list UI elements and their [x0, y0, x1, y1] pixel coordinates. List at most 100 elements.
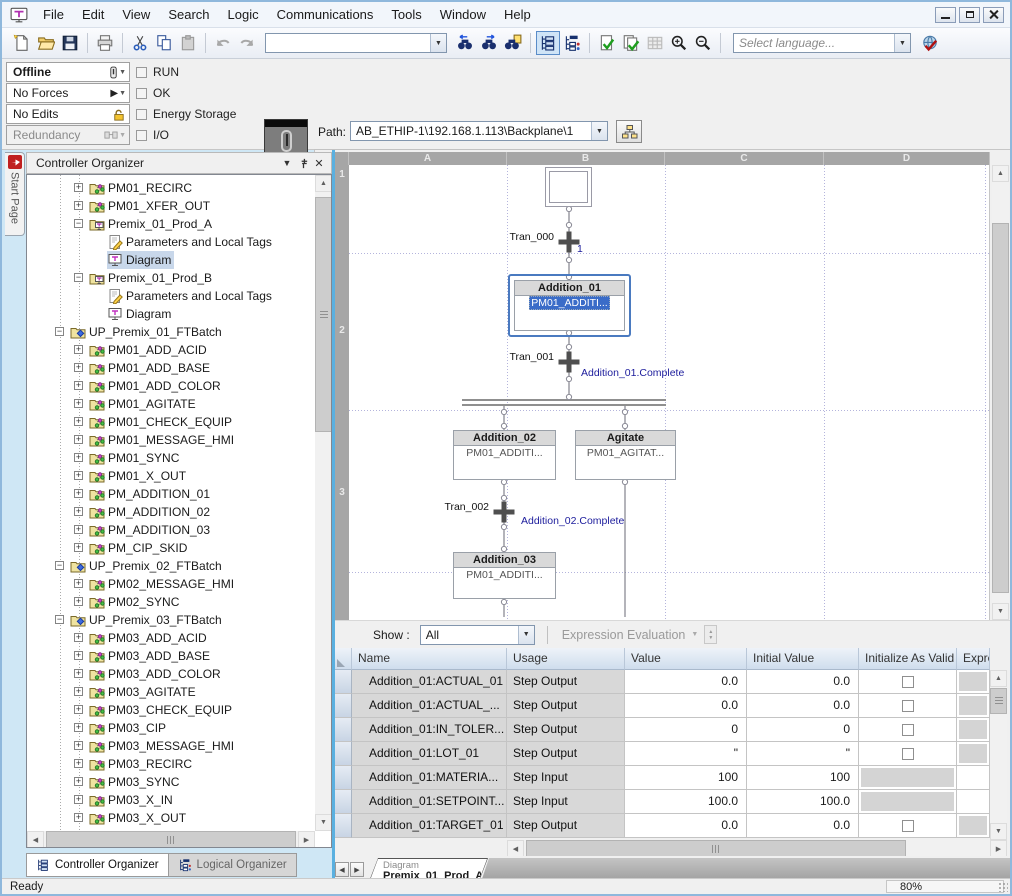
find-in-files-button[interactable] [501, 31, 525, 55]
close-button[interactable] [983, 7, 1004, 23]
restore-button[interactable] [959, 7, 980, 23]
cell-value[interactable]: 100 [625, 766, 747, 790]
expand-icon[interactable]: + [74, 471, 83, 480]
zoom-in-button[interactable] [667, 31, 691, 55]
scroll-up-icon[interactable]: ▲ [315, 175, 332, 192]
zoom-out-button[interactable] [691, 31, 715, 55]
initialize-valid-checkbox[interactable] [902, 676, 914, 688]
cell-value[interactable]: 0 [625, 718, 747, 742]
tree-vscroll-thumb[interactable] [315, 197, 332, 432]
expand-icon[interactable]: + [74, 543, 83, 552]
tree-item-pm02-message-hmi[interactable]: +PM02_MESSAGE_HMI [27, 575, 314, 593]
collapse-icon[interactable]: − [55, 615, 64, 624]
column-header-expre[interactable]: Expre [957, 648, 990, 670]
transition-condition[interactable]: Addition_01.Complete [581, 367, 684, 379]
cell-usage[interactable]: Step Input [507, 766, 625, 790]
tree-item-pm03-add-base[interactable]: +PM03_ADD_BASE [27, 647, 314, 665]
menu-view[interactable]: View [113, 3, 159, 26]
expand-icon[interactable]: + [74, 687, 83, 696]
language-combobox[interactable]: Select language...▼ [733, 33, 911, 53]
tree-item-pm01-sync[interactable]: +PM01_SYNC [27, 449, 314, 467]
open-button[interactable] [34, 31, 58, 55]
expand-icon[interactable]: + [74, 705, 83, 714]
row-selector[interactable] [335, 670, 352, 694]
print-button[interactable] [93, 31, 117, 55]
scroll-down-icon[interactable]: ▼ [315, 814, 332, 831]
row-selector[interactable] [335, 742, 352, 766]
row-selector[interactable] [335, 766, 352, 790]
cell-usage[interactable]: Step Output [507, 694, 625, 718]
show-filter-combobox[interactable]: All ▼ [420, 625, 535, 645]
table-vertical-scrollbar[interactable]: ▲ ▼ [990, 670, 1007, 840]
row-selector[interactable] [335, 694, 352, 718]
expand-icon[interactable]: + [74, 759, 83, 768]
tree-item-pm03-add-acid[interactable]: +PM03_ADD_ACID [27, 629, 314, 647]
tree-item-pm03-add-color[interactable]: +PM03_ADD_COLOR [27, 665, 314, 683]
tree-item-premix-01-prod-a[interactable]: −Premix_01_Prod_A [27, 215, 314, 233]
save-button[interactable] [58, 31, 82, 55]
tree-item-parameters-and-local-tags[interactable]: Parameters and Local Tags [27, 287, 314, 305]
tab-start-page[interactable]: Start Page [5, 152, 25, 236]
cell-name[interactable]: Addition_01:MATERIA... [352, 766, 507, 790]
cell-expression[interactable] [957, 742, 990, 766]
tree-hscroll-thumb[interactable] [46, 831, 296, 848]
organizer-close-icon[interactable]: ✕ [311, 155, 327, 171]
tree-item-pm02-sync[interactable]: +PM02_SYNC [27, 593, 314, 611]
initialize-valid-checkbox[interactable] [902, 700, 914, 712]
expand-icon[interactable]: + [74, 489, 83, 498]
sfc-step-addition-01[interactable]: Addition_01 PM01_ADDITI... [514, 280, 625, 331]
step-tag[interactable]: PM01_ADDITI... [454, 447, 555, 459]
scroll-left-icon[interactable]: ◀ [507, 840, 524, 857]
collapse-icon[interactable]: − [74, 219, 83, 228]
expand-icon[interactable]: + [74, 813, 83, 822]
column-header-initial-value[interactable]: Initial Value [747, 648, 859, 670]
menu-communications[interactable]: Communications [268, 3, 383, 26]
menu-window[interactable]: Window [431, 3, 495, 26]
tab-controller-organizer[interactable]: Controller Organizer [26, 853, 169, 877]
scroll-right-icon[interactable]: ▶ [298, 831, 315, 848]
expand-icon[interactable]: + [74, 381, 83, 390]
table-vscroll-thumb[interactable] [990, 688, 1007, 714]
scroll-right-icon[interactable]: ▶ [990, 840, 1007, 857]
sfc-step-addition-02[interactable]: Addition_02 PM01_ADDITI... [453, 430, 556, 480]
tree-item-pm01-check-equip[interactable]: +PM01_CHECK_EQUIP [27, 413, 314, 431]
cell-name[interactable]: Addition_01:SETPOINT... [352, 790, 507, 814]
expand-icon[interactable]: + [74, 435, 83, 444]
sfc-step-addition-03[interactable]: Addition_03 PM01_ADDITI... [453, 552, 556, 599]
tree-item-pm-addition-03[interactable]: +PM_ADDITION_03 [27, 521, 314, 539]
path-combobox[interactable]: AB_ETHIP-1\192.168.1.113\Backplane\1 ▼ [350, 121, 608, 141]
cell-expression[interactable] [957, 766, 990, 790]
cell-expression[interactable] [957, 670, 990, 694]
workspace-tab-scroll-right[interactable]: ▶ [350, 862, 364, 877]
scroll-up-icon[interactable]: ▲ [992, 165, 1009, 182]
tree-item-pm01-x-out[interactable]: +PM01_X_OUT [27, 467, 314, 485]
tree-item-pm03-check-equip[interactable]: +PM03_CHECK_EQUIP [27, 701, 314, 719]
workspace-tab-scroll-left[interactable]: ◀ [335, 862, 349, 877]
expand-icon[interactable]: + [74, 777, 83, 786]
tree-item-pm03-sync[interactable]: +PM03_SYNC [27, 773, 314, 791]
verify-routine-button[interactable] [595, 31, 619, 55]
scroll-down-icon[interactable]: ▼ [992, 603, 1009, 620]
tree-item-pm03-message-hmi[interactable]: +PM03_MESSAGE_HMI [27, 737, 314, 755]
cell-name[interactable]: Addition_01:ACTUAL_01 [352, 670, 507, 694]
expand-icon[interactable]: + [74, 363, 83, 372]
pin-icon[interactable] [295, 155, 311, 171]
initialize-valid-checkbox[interactable] [902, 820, 914, 832]
cell-initial-value[interactable]: 0.0 [747, 670, 859, 694]
column-header-usage[interactable]: Usage [507, 648, 625, 670]
tree-item-premix-01-prod-b[interactable]: −Premix_01_Prod_B [27, 269, 314, 287]
toolbar-overflow-icon[interactable]: ▲▼ [704, 625, 717, 644]
expand-icon[interactable]: + [74, 597, 83, 606]
tree-item-pm01-add-base[interactable]: +PM01_ADD_BASE [27, 359, 314, 377]
menu-tools[interactable]: Tools [382, 3, 430, 26]
transition-condition[interactable]: 1 [577, 243, 583, 255]
forces-status-box[interactable]: No Forces ▶▼ [6, 83, 130, 103]
step-tag[interactable]: PM01_ADDITI... [454, 569, 555, 581]
cell-initialize-as-valid[interactable] [859, 766, 957, 790]
column-header-value[interactable]: Value [625, 648, 747, 670]
transition-tran-000[interactable]: Tran_000 [482, 231, 554, 243]
expand-icon[interactable]: + [74, 669, 83, 678]
menu-file[interactable]: File [34, 3, 73, 26]
transition-tran-001[interactable]: Tran_001 [482, 351, 554, 363]
find-previous-button[interactable] [453, 31, 477, 55]
